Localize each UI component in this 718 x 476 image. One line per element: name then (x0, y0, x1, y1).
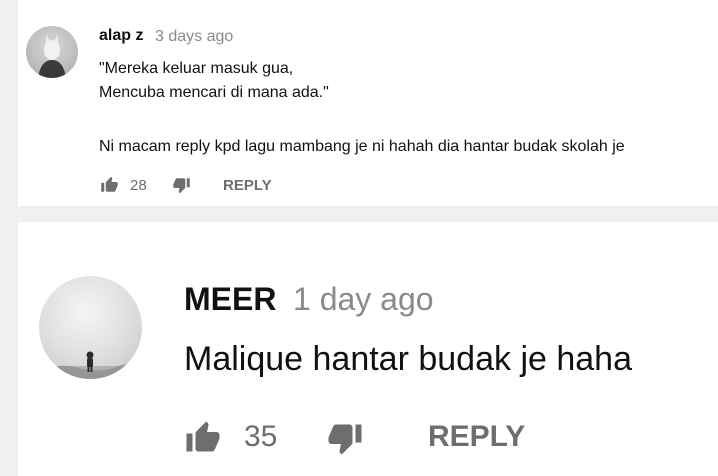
avatar-image (39, 351, 142, 379)
comment-timestamp[interactable]: 1 day ago (293, 281, 434, 318)
dislike-button[interactable] (172, 176, 191, 194)
comment-text-line: Malique hantar budak je haha (184, 340, 632, 378)
comment-text-line: Mencuba mencari di mana ada." (99, 84, 329, 101)
reply-button[interactable]: REPLY (223, 177, 272, 194)
comment-card: alap z 3 days ago "Mereka keluar masuk g… (18, 0, 718, 206)
comment-author[interactable]: MEER (184, 281, 276, 318)
thumbs-down-icon (328, 424, 362, 455)
like-button[interactable] (184, 420, 222, 456)
comment-text-line: "Mereka keluar masuk gua, (99, 60, 294, 77)
like-button[interactable] (100, 176, 119, 194)
thumbs-up-icon (186, 421, 220, 452)
reply-button[interactable]: REPLY (428, 420, 525, 454)
avatar-image (38, 35, 66, 78)
avatar[interactable] (39, 276, 142, 379)
thumbs-up-icon (101, 176, 118, 192)
comment-card: MEER 1 day ago Malique hantar budak je h… (18, 222, 718, 476)
like-count: 28 (130, 177, 147, 194)
comment-text-line: Ni macam reply kpd lagu mambang je ni ha… (99, 138, 625, 155)
avatar[interactable] (26, 26, 78, 78)
comment-author[interactable]: alap z (99, 27, 143, 45)
like-count: 35 (244, 420, 278, 453)
dislike-button[interactable] (326, 420, 364, 456)
thumbs-down-icon (173, 178, 190, 194)
comment-timestamp[interactable]: 3 days ago (155, 28, 233, 46)
